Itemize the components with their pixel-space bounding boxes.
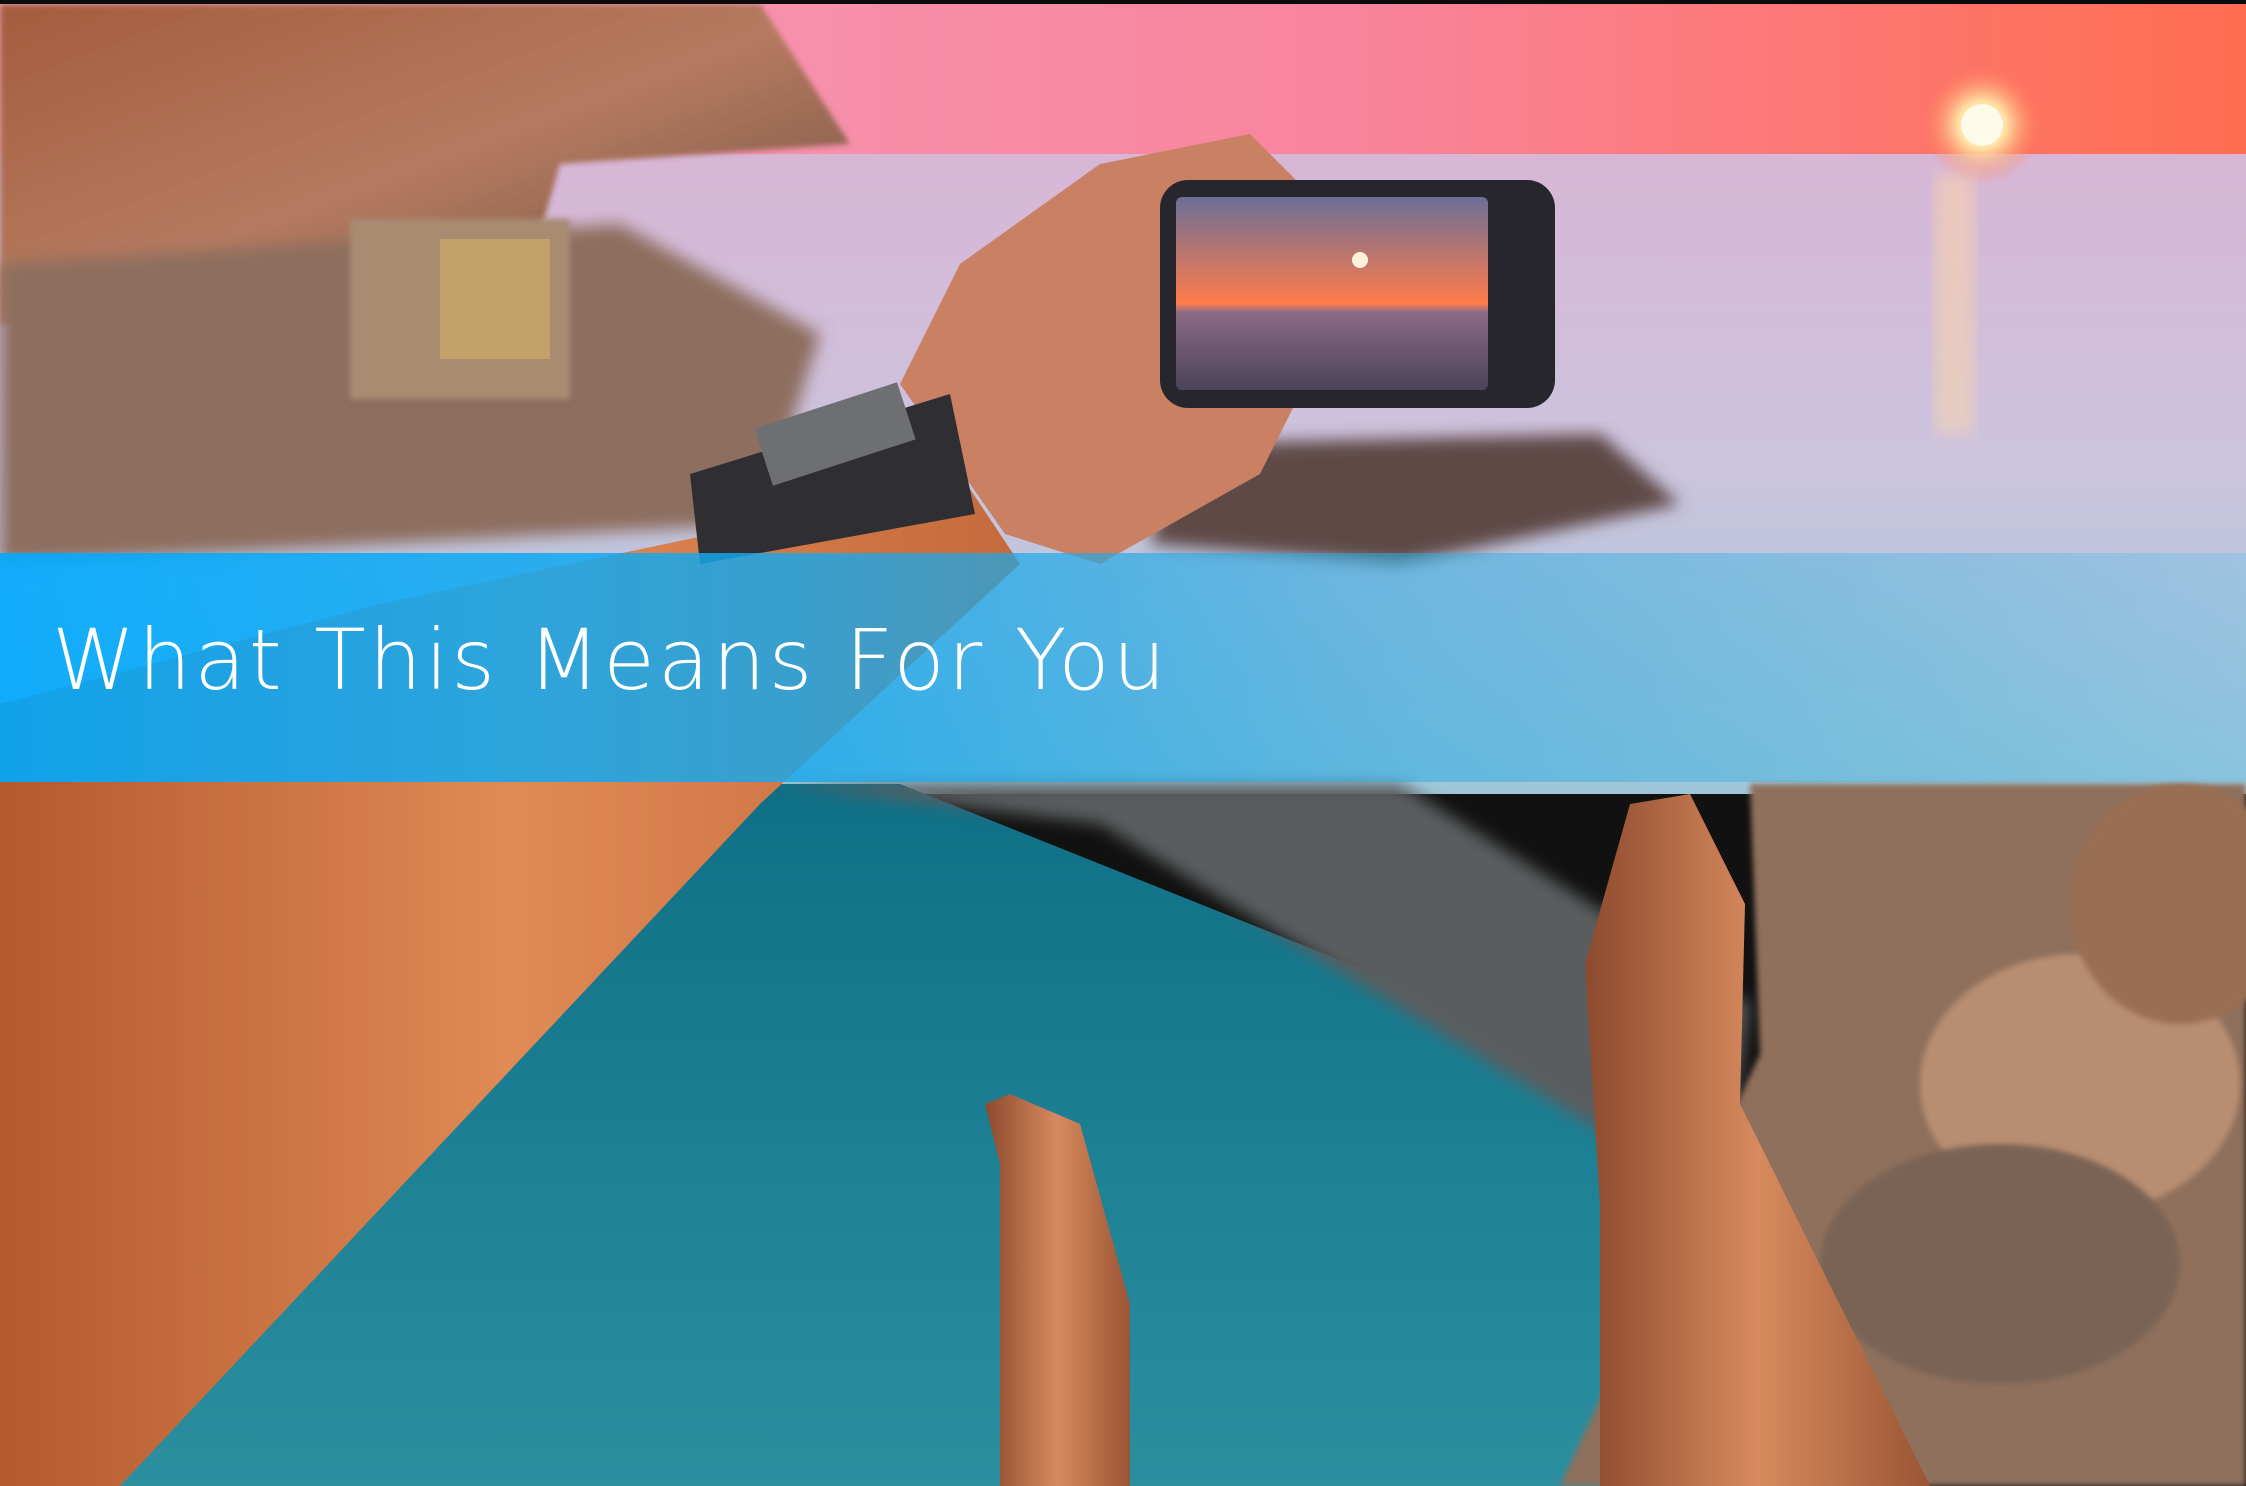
scene: What This Means For You — [0, 0, 2246, 1486]
title-banner: What This Means For You — [0, 553, 2246, 782]
banner-title: What This Means For You — [52, 611, 1169, 709]
